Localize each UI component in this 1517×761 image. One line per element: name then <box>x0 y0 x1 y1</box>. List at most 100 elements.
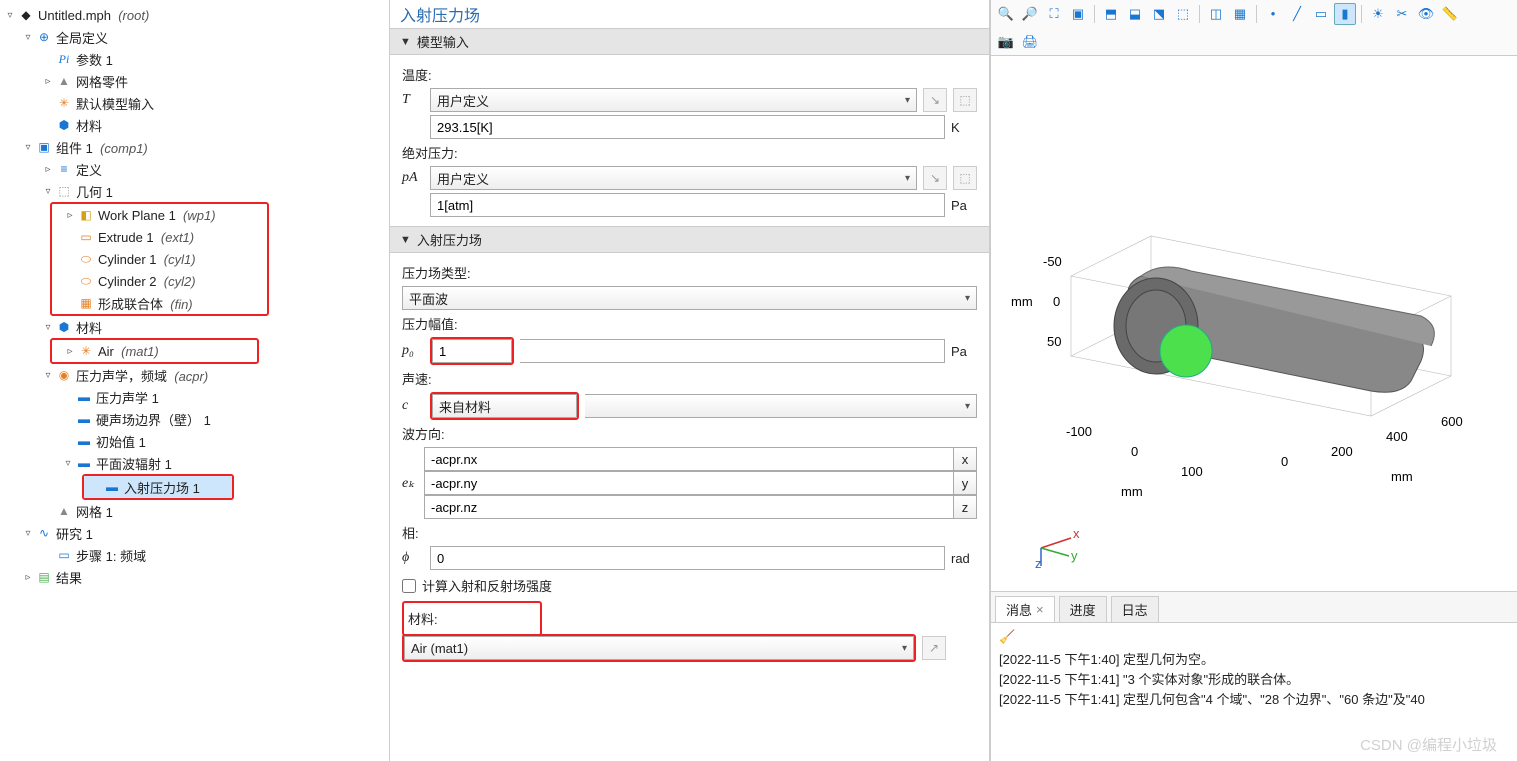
tree-materials-top[interactable]: ⬢ 材料 <box>0 114 389 136</box>
msg-line: [2022-11-5 下午1:41] "3 个实体对象"形成的联合体。 <box>999 669 1509 688</box>
tree-materials[interactable]: ▿ ⬢ 材料 <box>0 316 389 338</box>
goto-button[interactable]: ↗ <box>922 636 946 660</box>
view-xy-icon[interactable]: ⬒ <box>1100 3 1122 25</box>
temp-input[interactable] <box>430 115 945 139</box>
select-domain-icon[interactable]: ▮ <box>1334 3 1356 25</box>
clip-icon[interactable]: ✂ <box>1391 3 1413 25</box>
tree-wp[interactable]: ▹ ◧ Work Plane 1 (wp1) <box>52 204 267 226</box>
tree-defmodel[interactable]: ✳ 默认模型输入 <box>0 92 389 114</box>
temp-select[interactable]: 用户定义▾ <box>430 88 917 112</box>
hide-icon[interactable]: 👁 <box>1415 3 1437 25</box>
tree-acpr1[interactable]: ▬ 压力声学 1 <box>0 386 389 408</box>
ftype-select[interactable]: 平面波▾ <box>402 286 977 310</box>
zoom-out-icon[interactable]: 🔎 <box>1019 3 1041 25</box>
tree-comp[interactable]: ▿ ▣ 组件 1 (comp1) <box>0 136 389 158</box>
close-icon[interactable]: × <box>1036 602 1044 617</box>
expand-icon[interactable]: ▿ <box>4 9 16 21</box>
tree-defs[interactable]: ▹ ≡ 定义 <box>0 158 389 180</box>
tab-progress[interactable]: 进度 <box>1059 596 1107 622</box>
tab-log[interactable]: 日志 <box>1111 596 1159 622</box>
select-boundary-icon[interactable]: ▭ <box>1310 3 1332 25</box>
section-ipf[interactable]: ▼ 入射压力场 <box>390 226 989 253</box>
c-select[interactable]: 来自材料 <box>432 394 577 418</box>
zoom-extents-icon[interactable]: ⛶ <box>1043 3 1065 25</box>
ref-button[interactable]: ⬚ <box>953 88 977 112</box>
tree-ext[interactable]: ▭ Extrude 1 (ext1) <box>52 226 267 248</box>
link-button[interactable]: ↘ <box>923 88 947 112</box>
mat-select[interactable]: Air (mat1)▾ <box>404 636 914 660</box>
bc-icon: ▬ <box>76 455 92 471</box>
tree-air[interactable]: ▹ ✳ Air (mat1) <box>52 340 257 362</box>
zoom-box-icon[interactable]: ▣ <box>1067 3 1089 25</box>
print-icon[interactable]: 🖨 <box>1019 31 1041 53</box>
tree-params[interactable]: Pi 参数 1 <box>0 48 389 70</box>
select-point-icon[interactable]: • <box>1262 3 1284 25</box>
eky-input[interactable] <box>424 471 953 495</box>
view-default-icon[interactable]: ⬚ <box>1172 3 1194 25</box>
tree-pwr[interactable]: ▿ ▬ 平面波辐射 1 <box>0 452 389 474</box>
tree-wall[interactable]: ▬ 硬声场边界（壁） 1 <box>0 408 389 430</box>
expand-icon[interactable]: ▿ <box>22 31 34 43</box>
expand-icon[interactable]: ▿ <box>42 185 54 197</box>
tree-init[interactable]: ▬ 初始值 1 <box>0 430 389 452</box>
pA-input[interactable] <box>430 193 945 217</box>
tree-global[interactable]: ▿ ⊕ 全局定义 <box>0 26 389 48</box>
expand-icon[interactable]: ▹ <box>42 75 54 87</box>
expand-icon[interactable]: ▿ <box>42 369 54 381</box>
model-tree[interactable]: ▿ ◆ Untitled.mph (root) ▿ ⊕ 全局定义 Pi 参数 1… <box>0 0 390 761</box>
p0-input-ext[interactable] <box>520 339 945 363</box>
transparency-icon[interactable]: ◫ <box>1205 3 1227 25</box>
section-model-inputs[interactable]: ▼ 模型输入 <box>390 28 989 55</box>
expand-icon[interactable]: ▹ <box>64 345 76 357</box>
expand-icon[interactable]: ▿ <box>22 527 34 539</box>
tree-mesh[interactable]: ▲ 网格 1 <box>0 500 389 522</box>
tree-cyl2[interactable]: ⬭ Cylinder 2 (cyl2) <box>52 270 267 292</box>
expand-icon[interactable]: ▿ <box>42 321 54 333</box>
phi-input[interactable] <box>430 546 945 570</box>
measure-icon[interactable]: 📏 <box>1439 3 1461 25</box>
tree-cyl1[interactable]: ⬭ Cylinder 1 (cyl1) <box>52 248 267 270</box>
tree-fin[interactable]: ▦ 形成联合体 (fin) <box>52 292 267 314</box>
ref-button[interactable]: ⬚ <box>953 166 977 190</box>
tree-root[interactable]: ▿ ◆ Untitled.mph (root) <box>0 4 389 26</box>
view-xz-icon[interactable]: ⬔ <box>1148 3 1170 25</box>
tree-meshparts[interactable]: ▹ ▲ 网格零件 <box>0 70 389 92</box>
tree-acpr[interactable]: ▿ ◉ 压力声学，频域 (acpr) <box>0 364 389 386</box>
calc-checkbox[interactable] <box>402 579 416 593</box>
tree-study[interactable]: ▿ ∿ 研究 1 <box>0 522 389 544</box>
bc-icon: ▬ <box>76 411 92 427</box>
expand-icon[interactable]: ▹ <box>22 571 34 583</box>
c-select-ext[interactable]: ▾ <box>585 394 977 418</box>
tree-ipf[interactable]: ▬ 入射压力场 1 <box>84 476 232 498</box>
calc-checkbox-row[interactable]: 计算入射和反射场强度 <box>402 576 977 595</box>
phi-unit: rad <box>951 551 977 566</box>
scene-light-icon[interactable]: ☀ <box>1367 3 1389 25</box>
message-body[interactable]: 🧹 [2022-11-5 下午1:40] 定型几何为空。 [2022-11-5 … <box>991 623 1517 761</box>
ekx-input[interactable] <box>424 447 953 471</box>
chevron-down-icon: ▼ <box>400 36 411 48</box>
broom-icon[interactable]: 🧹 <box>999 629 1509 645</box>
view-yz-icon[interactable]: ⬓ <box>1124 3 1146 25</box>
axis-z: z <box>953 495 977 519</box>
expand-icon[interactable]: ▿ <box>62 457 74 469</box>
expand-icon[interactable]: ▹ <box>64 209 76 221</box>
tab-messages[interactable]: 消息 × <box>995 596 1055 622</box>
tree-geom[interactable]: ▿ ⬚ 几何 1 <box>0 180 389 202</box>
graphics-toolbar: 🔍 🔎 ⛶ ▣ ⬒ ⬓ ⬔ ⬚ ◫ ▦ • ╱ ▭ ▮ ☀ ✂ 👁 📏 📷 🖨 <box>991 0 1517 56</box>
ekz-input[interactable] <box>424 495 953 519</box>
graphics-view[interactable]: -50 0 50 mm -100 0 100 mm 0 200 400 600 … <box>991 56 1517 591</box>
svg-text:mm: mm <box>1011 294 1033 309</box>
definitions-icon: ≡ <box>56 161 72 177</box>
link-button[interactable]: ↘ <box>923 166 947 190</box>
tree-step[interactable]: ▭ 步骤 1: 频域 <box>0 544 389 566</box>
wireframe-icon[interactable]: ▦ <box>1229 3 1251 25</box>
tree-results[interactable]: ▹ ▤ 结果 <box>0 566 389 588</box>
expand-icon[interactable]: ▿ <box>22 141 34 153</box>
camera-icon[interactable]: 📷 <box>995 31 1017 53</box>
pA-select[interactable]: 用户定义▾ <box>430 166 917 190</box>
p0-input[interactable] <box>432 339 512 363</box>
select-edge-icon[interactable]: ╱ <box>1286 3 1308 25</box>
cylinder-icon: ⬭ <box>78 273 94 289</box>
zoom-in-icon[interactable]: 🔍 <box>995 3 1017 25</box>
expand-icon[interactable]: ▹ <box>42 163 54 175</box>
